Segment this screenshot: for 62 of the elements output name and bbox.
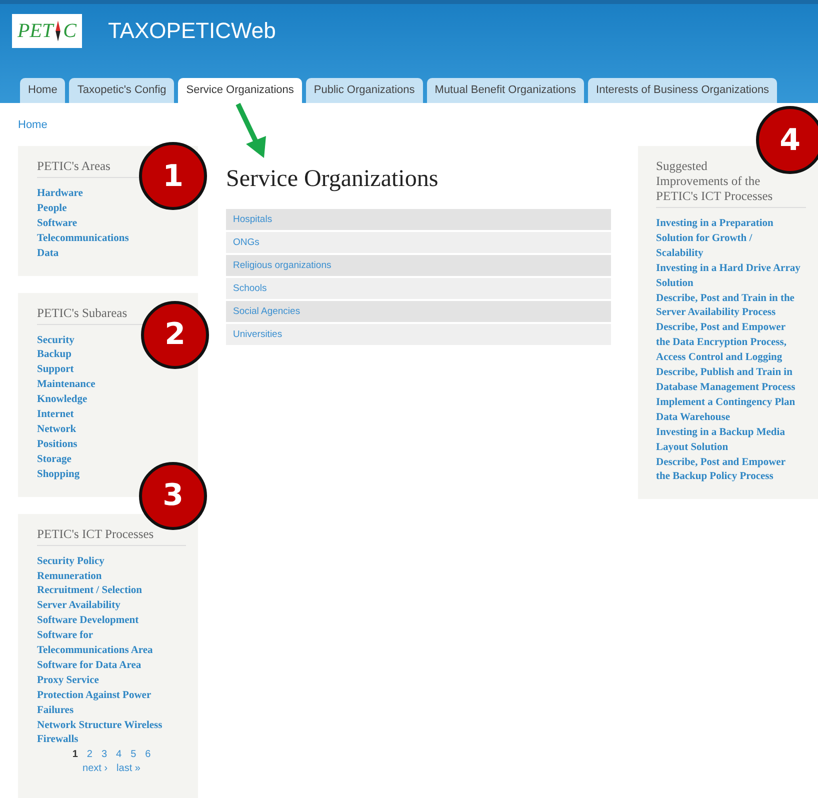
sidebar-link[interactable]: People	[37, 202, 67, 217]
sidebar-link[interactable]: Protection Against Power Failures	[37, 688, 186, 719]
sidebar-link[interactable]: Software for Data Area	[37, 658, 142, 674]
logo[interactable]: PET C	[12, 14, 82, 48]
sidebar-link[interactable]: Investing in a Backup Media Layout Solution	[656, 426, 801, 456]
sidebar-link[interactable]: Data	[37, 246, 59, 262]
sidebar-link[interactable]: Knowledge	[37, 393, 88, 408]
page-link[interactable]: 5	[130, 748, 136, 762]
nav-tab[interactable]: Taxopetic's Config	[69, 78, 174, 103]
page-link[interactable]: 1	[72, 748, 78, 762]
list-item[interactable]: Social Agencies	[226, 301, 611, 322]
sidebar-link[interactable]: Hardware	[37, 187, 83, 202]
list-item[interactable]: Religious organizations	[226, 255, 611, 276]
nav-tab[interactable]: Interests of Business Organizations	[588, 78, 778, 103]
sidebar-link[interactable]: Security	[37, 334, 74, 348]
sidebar-link[interactable]: Positions	[37, 438, 78, 453]
sidebar-link[interactable]: Remuneration	[37, 570, 102, 584]
list-item[interactable]: ONGs	[226, 232, 611, 253]
callout-marker: 3	[139, 462, 207, 530]
sidebar-link[interactable]: Maintenance	[37, 378, 96, 394]
next-page-link[interactable]: next ›	[82, 762, 108, 776]
sidebar-link[interactable]: Internet	[37, 408, 74, 423]
sidebar-link[interactable]: Server Availability	[37, 599, 120, 614]
callout-marker: 2	[141, 300, 209, 369]
sidebar-link[interactable]: Network	[37, 422, 76, 438]
sidebar-link[interactable]: Proxy Service	[37, 674, 99, 689]
sidebar-link[interactable]: Investing in a Preparation Solution for Growth / Scalability	[656, 217, 801, 262]
page-link[interactable]: 2	[86, 748, 92, 762]
list-item[interactable]: Universities	[226, 324, 611, 345]
last-page-link[interactable]: last »	[116, 762, 140, 776]
callout-marker: 1	[139, 142, 207, 210]
page-heading: Service Organizations	[226, 166, 440, 193]
callout-marker: 4	[756, 106, 818, 174]
nav-tab[interactable]: Public Organizations	[306, 78, 423, 103]
sidebar-link[interactable]: Software	[37, 216, 78, 232]
sidebar-link[interactable]: Describe, Post and Train in the Server Availability Process	[656, 292, 801, 322]
sidebar-link[interactable]: Software for Telecommunications Area	[37, 629, 186, 659]
sidebar-link[interactable]: Recruitment / Selection	[37, 584, 142, 600]
page-link[interactable]: 6	[145, 748, 151, 762]
page-link[interactable]: 4	[116, 748, 122, 762]
list-item[interactable]: Schools	[226, 278, 611, 299]
sidebar-link[interactable]: Software Development	[37, 614, 139, 630]
sidebar-link[interactable]: Network Structure Wireless Firewalls	[37, 718, 186, 748]
sidebar-link[interactable]: Investing in a Hard Drive Array Solution	[656, 262, 801, 292]
sidebar-link[interactable]: Backup	[37, 348, 72, 364]
breadcrumb-link[interactable]: Home	[18, 119, 48, 131]
nav-tab[interactable]: Home	[20, 78, 66, 103]
sidebar-link[interactable]: Support	[37, 363, 74, 378]
sidebar-link[interactable]: Telecommunications	[37, 232, 129, 247]
sidebar-link[interactable]: Describe, Publish and Train in Database Management Process	[656, 366, 801, 396]
list-item[interactable]: Hospitals	[226, 209, 611, 230]
sidebar-link[interactable]: Shopping	[37, 468, 80, 483]
sidebar-link[interactable]: Storage	[37, 452, 72, 468]
nav-tab[interactable]: Service Organizations	[178, 78, 302, 103]
sidebar-link[interactable]: Describe, Post and Empower the Backup Policy Process	[656, 456, 801, 486]
page-link[interactable]: 3	[101, 748, 107, 762]
arrow-icon	[234, 102, 268, 160]
sidebar-link[interactable]: Implement a Contingency Plan Data Warehouse	[656, 396, 801, 426]
sidebar-link[interactable]: Describe, Post and Empower the Data Encryption Process, Access Control and Logging	[656, 321, 801, 366]
nav-tab[interactable]: Mutual Benefit Organizations	[426, 78, 584, 103]
site-title: TAXOPETICWeb	[108, 18, 276, 44]
sidebar-link[interactable]: Security Policy	[37, 554, 104, 570]
